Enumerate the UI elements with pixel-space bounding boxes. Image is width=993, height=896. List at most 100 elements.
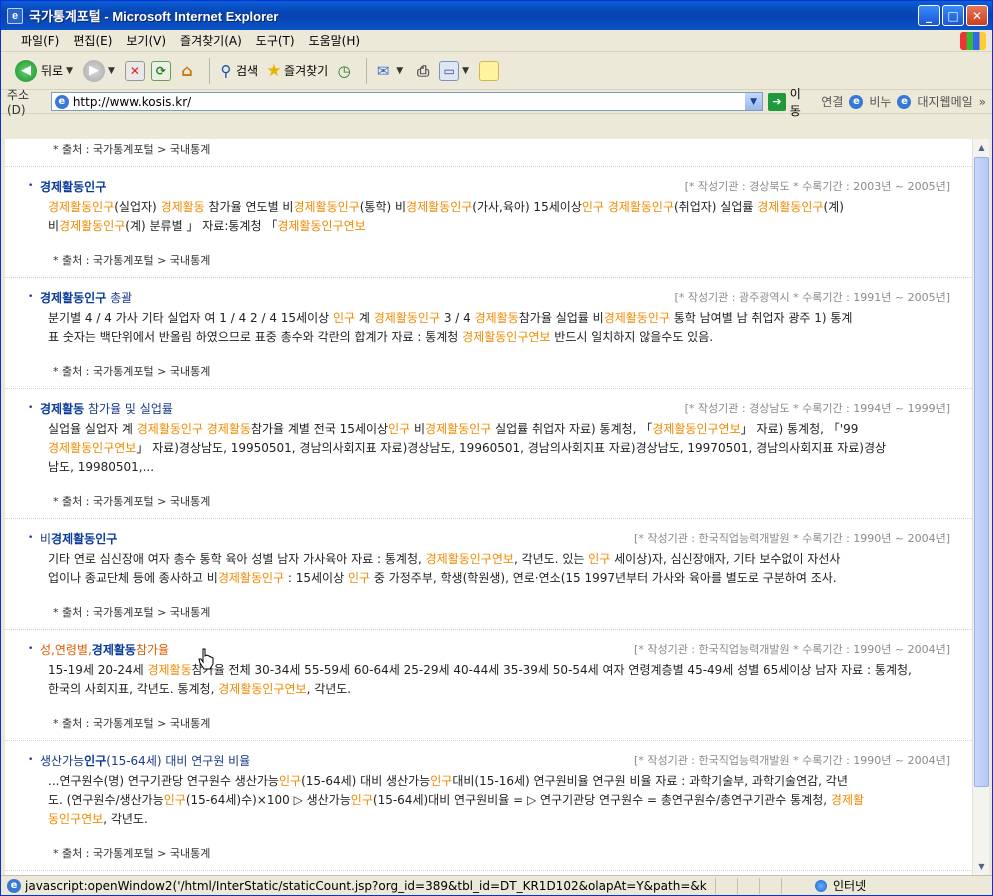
menu-help[interactable]: 도움말(H) (309, 32, 361, 49)
stop-button[interactable]: ✕ (124, 60, 145, 81)
summary-text[interactable]: 경제활동인구 (757, 200, 823, 214)
result-summary: ...연구원수(명) 연구기관당 연구원수 생산가능인구(15-64세) 대비 … (40, 772, 950, 829)
bullet-icon: • (28, 644, 34, 654)
forward-arrow-icon: ▶ (83, 59, 106, 82)
menu-bar: 파일(F) 편집(E) 보기(V) 즐겨찾기(A) 도구(T) 도움말(H) (1, 30, 992, 52)
result-title-link[interactable]: 비경제활동인구 (40, 530, 117, 547)
summary-text[interactable]: 인구 (388, 422, 410, 436)
minimize-button[interactable]: _ (918, 5, 940, 26)
summary-text[interactable]: 인구 (588, 552, 610, 566)
summary-text[interactable]: 인구 (279, 774, 301, 788)
menu-tools[interactable]: 도구(T) (256, 32, 295, 49)
scroll-down-icon[interactable]: ▼ (973, 858, 990, 875)
refresh-button[interactable]: ⟳ (150, 60, 171, 81)
summary-text[interactable]: 경제활동인구 (425, 422, 491, 436)
link-item[interactable]: 대지웹메일 (917, 93, 972, 110)
summary-text[interactable]: 경제활동인구 (374, 311, 440, 325)
summary-text[interactable]: 경제활동인구 (293, 200, 359, 214)
scroll-up-icon[interactable]: ▲ (973, 139, 990, 156)
summary-text[interactable]: 경제활동 (161, 200, 205, 214)
mail-button[interactable]: ✉ ▼ (373, 61, 407, 81)
result-meta: [* 작성기관 : 광주광역시 * 수록기간 : 1991년 ~ 2005년] (674, 291, 950, 304)
summary-text[interactable]: 인구 (333, 311, 355, 325)
summary-text[interactable]: 경제활동인구연보 (462, 330, 550, 344)
result-title-part[interactable]: 경제활동인구 (40, 180, 106, 194)
go-button[interactable]: ➔ 이동 (768, 85, 811, 119)
print-button[interactable]: ⎙ (413, 61, 433, 81)
summary-text[interactable]: 경제활동인구연보 (426, 552, 514, 566)
edit-dropdown-icon[interactable]: ▼ (462, 66, 469, 76)
back-button[interactable]: ◀ 뒤로 ▼ (15, 59, 77, 82)
summary-text[interactable]: 인구 (348, 571, 370, 585)
maximize-button[interactable]: □ (942, 5, 964, 26)
address-dropdown-icon[interactable]: ▼ (745, 93, 763, 110)
back-dropdown-icon[interactable]: ▼ (66, 66, 73, 76)
result-title-link[interactable]: 경제활동인구 (40, 178, 106, 195)
forward-button[interactable]: ▶ ▼ (83, 59, 119, 82)
close-button[interactable]: ✕ (966, 5, 988, 26)
summary-text[interactable]: 경제활동인구연보 (218, 682, 306, 696)
mail-dropdown-icon[interactable]: ▼ (396, 66, 403, 76)
summary-text[interactable]: 동인구연보 (48, 812, 103, 826)
status-text: javascript:openWindow2('/html/InterStati… (25, 878, 707, 893)
summary-line: 동인구연보, 각년도. (48, 810, 950, 829)
summary-text[interactable]: 경제활동인구 (604, 311, 670, 325)
history-button[interactable]: ◷ (334, 61, 354, 81)
summary-text[interactable]: 경제활동인구연보 (652, 422, 740, 436)
summary-text[interactable]: 경제활동인구 (59, 219, 125, 233)
forward-dropdown-icon[interactable]: ▼ (108, 66, 115, 76)
result-title-part[interactable]: 경제활동인구 (40, 291, 106, 305)
summary-text[interactable]: 경제활동인구 (406, 200, 472, 214)
summary-text: 도. (연구원수/생산가능 (48, 793, 164, 807)
result-title-part[interactable]: 참가율 (136, 643, 169, 657)
vertical-scrollbar[interactable]: ▲ ▼ (972, 139, 989, 875)
result-title-link[interactable]: 성,연령별,경제활동참가율 (40, 641, 169, 658)
summary-text[interactable]: 경제활동 (147, 663, 191, 677)
summary-text[interactable]: 경제활동인구연보 (48, 441, 136, 455)
summary-text[interactable]: 인구 (164, 793, 186, 807)
home-button[interactable]: ⌂ (177, 61, 197, 81)
summary-text[interactable]: 경제활동인구 (218, 571, 284, 585)
result-title-part[interactable]: 성,연령별, (40, 643, 92, 657)
result-meta: [* 작성기관 : 한국직업능력개발원 * 수록기간 : 1990년 ~ 200… (634, 532, 950, 545)
summary-text: , 각년도. 있는 (513, 552, 589, 566)
summary-text[interactable]: 경제활 (831, 793, 864, 807)
summary-text[interactable]: 경제활동인구 (608, 200, 674, 214)
search-button[interactable]: ⚲ 검색 (216, 61, 258, 81)
summary-text[interactable]: 경제활동 (475, 311, 519, 325)
summary-text[interactable]: 인구 (430, 774, 452, 788)
menu-file[interactable]: 파일(F) (21, 32, 59, 49)
result-title-part[interactable]: 인구 (84, 754, 106, 768)
summary-text: : 15세이상 (284, 571, 348, 585)
summary-line: 비경제활동인구(계) 분류별 」 자료:통계청 「경제활동인구연보 (48, 217, 950, 236)
result-title-part[interactable]: 경제활동 (92, 643, 136, 657)
summary-text: 중 가정주부, 학생(학원생), 연로·연소(15 1997년부터 가사와 육아… (370, 571, 837, 585)
scroll-thumb[interactable] (974, 157, 989, 787)
summary-text[interactable]: 인구 (351, 793, 373, 807)
address-input[interactable]: e http://www.kosis.kr/ ▼ (50, 92, 764, 111)
menu-view[interactable]: 보기(V) (126, 32, 166, 49)
summary-text[interactable]: 경제활동인구 경제활동 (137, 422, 251, 436)
source-text: * 출처 : 국가통계포털 > 국내통계 (53, 495, 211, 508)
notes-button[interactable] (479, 60, 500, 81)
summary-text[interactable]: 인구 (582, 200, 604, 214)
links-more-icon[interactable]: » (979, 95, 986, 109)
summary-line: 남도, 19980501,... (48, 458, 950, 477)
result-title-link[interactable]: 생산가능인구(15-64세) 대비 연구원 비율 (40, 752, 250, 769)
result-title-link[interactable]: 경제활동 참가율 및 실업률 (40, 400, 173, 417)
summary-text: 참가율 연도별 비 (204, 200, 294, 214)
summary-line: 한국의 사회지표, 각년도. 통계청, 경제활동인구연보, 각년도. (48, 680, 950, 699)
result-title-link[interactable]: 경제활동인구 총괄 (40, 289, 132, 306)
summary-text[interactable]: 경제활동인구 (48, 200, 114, 214)
favorites-button[interactable]: ★ 즐겨찾기 (264, 61, 328, 81)
source-text: * 출처 : 국가통계포털 > 국내통계 (53, 143, 211, 156)
result-title-part[interactable]: 경제활동인구 (51, 532, 117, 546)
menu-favorites[interactable]: 즐겨찾기(A) (180, 32, 242, 49)
edit-button[interactable]: ▭ ▼ (439, 60, 473, 81)
result-title-part[interactable]: 경제활동 (40, 402, 84, 416)
menu-edit[interactable]: 편집(E) (73, 32, 112, 49)
link-item[interactable]: 비누 (869, 93, 891, 110)
summary-text[interactable]: 경제활동인구연보 (277, 219, 365, 233)
summary-text: (계) 분류별 」 자료:통계청 「 (125, 219, 278, 233)
summary-text: 반드시 일치하지 않을수도 있음. (550, 330, 714, 344)
